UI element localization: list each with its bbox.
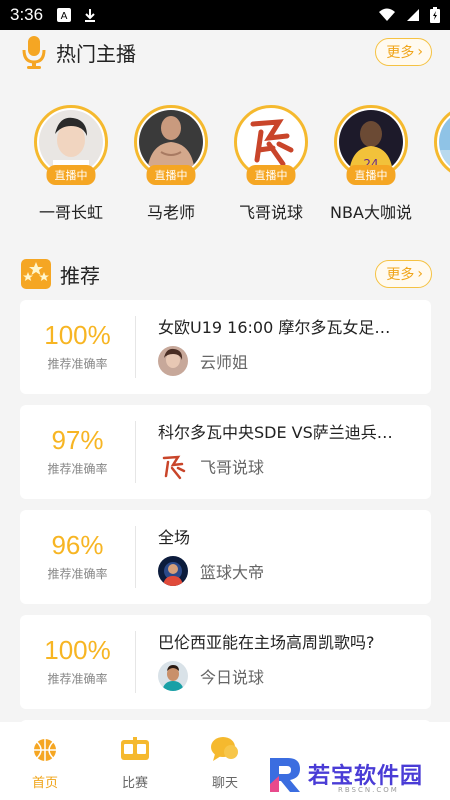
- avatar: [158, 451, 188, 481]
- accuracy-label: 推荐准确率: [47, 462, 108, 476]
- watermark-logo-icon: [270, 758, 300, 792]
- host-item[interactable]: 直播中 飞哥说球: [221, 105, 321, 223]
- rate-box: 96% 推荐准确率: [20, 510, 135, 604]
- hot-hosts-more-button[interactable]: 更多 ›: [375, 38, 432, 66]
- host-name: 飞哥说球: [238, 203, 303, 222]
- author-name: 今日说球: [200, 668, 265, 687]
- avatar: 直播中: [234, 105, 308, 185]
- tab-home[interactable]: 首页: [5, 734, 85, 791]
- rate-box: 100% 推荐准确率: [20, 615, 135, 709]
- partial-avatar: [439, 110, 450, 174]
- card-title: 全场: [158, 528, 191, 547]
- avatar: 直播中: [134, 105, 208, 185]
- svg-text:A: A: [61, 11, 68, 22]
- host-item[interactable]: 直播中 马老师: [121, 105, 221, 223]
- live-badge: 直播中: [246, 165, 296, 185]
- scoreboard-icon: [121, 737, 149, 760]
- accuracy-rate: 96%: [51, 530, 104, 560]
- watermark: 若宝软件园 RBSCN.COM: [250, 748, 450, 800]
- tab-label: 比赛: [121, 776, 148, 791]
- avatar: 24 直播中: [334, 105, 408, 185]
- card-author: 云师姐: [158, 346, 248, 376]
- live-badge: 直播中: [146, 165, 196, 185]
- status-bar: 3:36 A: [0, 0, 450, 30]
- host-name: 大: [421, 199, 450, 223]
- accuracy-label: 推荐准确率: [47, 567, 108, 581]
- host-name: NBA大咖说: [330, 203, 412, 222]
- hot-hosts-list: 直播中 一哥长虹 直播中 马老师 直播中 飞哥说球 24 直播中 NBA大咖说: [0, 100, 450, 240]
- status-time: 3:36: [10, 5, 44, 24]
- tab-label: 首页: [31, 776, 58, 791]
- wifi-icon: [379, 8, 395, 21]
- stars-badge-icon: [21, 259, 51, 289]
- hot-hosts-header: 热门主播 更多 ›: [0, 30, 450, 74]
- host-name: 马老师: [146, 203, 195, 222]
- host-item[interactable]: 直播中 一哥长虹: [21, 105, 121, 223]
- accuracy-rate: 100%: [44, 320, 111, 350]
- signal-icon: [407, 9, 419, 21]
- divider: [135, 421, 136, 483]
- battery-icon: [430, 7, 440, 23]
- author-name: 云师姐: [200, 353, 249, 372]
- host-item[interactable]: 大: [421, 105, 450, 223]
- download-icon: [85, 9, 96, 22]
- accuracy-rate: 97%: [51, 425, 104, 455]
- divider: [135, 526, 136, 588]
- avatar: [158, 556, 188, 586]
- tab-matches[interactable]: 比赛: [95, 734, 175, 791]
- rate-box: 100% 推荐准确率: [20, 300, 135, 394]
- recommend-more-button[interactable]: 更多 ›: [375, 260, 432, 288]
- divider: [135, 316, 136, 378]
- avatar: 直播中: [34, 105, 108, 185]
- recommend-card[interactable]: 100% 推荐准确率 巴伦西亚能在主场高周凯歌吗? 今日说球: [20, 615, 431, 709]
- live-badge: 直播中: [346, 165, 396, 185]
- avatar: [158, 346, 188, 376]
- divider: [135, 631, 136, 693]
- recommend-title: 推荐: [60, 263, 100, 288]
- hot-hosts-title: 热门主播: [56, 41, 136, 66]
- microphone-icon: [22, 36, 46, 69]
- home-ball-icon: [34, 739, 56, 761]
- card-title: 女欧U19 16:00 摩尔多瓦女足…: [158, 318, 391, 337]
- author-name: 飞哥说球: [200, 458, 265, 477]
- more-label: 更多: [386, 267, 415, 283]
- recommend-card[interactable]: 96% 推荐准确率 全场 篮球大帝: [20, 510, 431, 604]
- avatar: [158, 661, 188, 691]
- host-name: 一哥长虹: [38, 203, 103, 222]
- app-a-icon: A: [57, 8, 72, 22]
- accuracy-label: 推荐准确率: [47, 357, 108, 371]
- card-author: 篮球大帝: [158, 556, 264, 586]
- card-title: 科尔多瓦中央SDE VS萨兰迪兵…: [158, 423, 393, 442]
- card-title: 巴伦西亚能在主场高周凯歌吗?: [158, 633, 375, 652]
- chevron-right-icon: ›: [417, 266, 423, 282]
- recommend-card[interactable]: 97% 推荐准确率 科尔多瓦中央SDE VS萨兰迪兵… 飞哥说球: [20, 405, 431, 499]
- card-author: 飞哥说球: [158, 451, 264, 481]
- live-badge: 直播中: [46, 165, 96, 185]
- watermark-subtext: RBSCN.COM: [338, 786, 399, 794]
- host-item[interactable]: 24 直播中 NBA大咖说: [321, 105, 421, 223]
- chevron-right-icon: ›: [417, 44, 423, 60]
- author-name: 篮球大帝: [200, 563, 265, 582]
- accuracy-label: 推荐准确率: [47, 672, 108, 686]
- accuracy-rate: 100%: [44, 635, 111, 665]
- recommend-card[interactable]: 100% 推荐准确率 女欧U19 16:00 摩尔多瓦女足… 云师姐: [20, 300, 431, 394]
- avatar: [434, 105, 450, 179]
- rate-box: 97% 推荐准确率: [20, 405, 135, 499]
- recommend-header: 推荐 更多 ›: [0, 252, 450, 296]
- chat-bubble-icon: [211, 737, 238, 761]
- card-author: 今日说球: [158, 661, 264, 691]
- more-label: 更多: [386, 45, 415, 61]
